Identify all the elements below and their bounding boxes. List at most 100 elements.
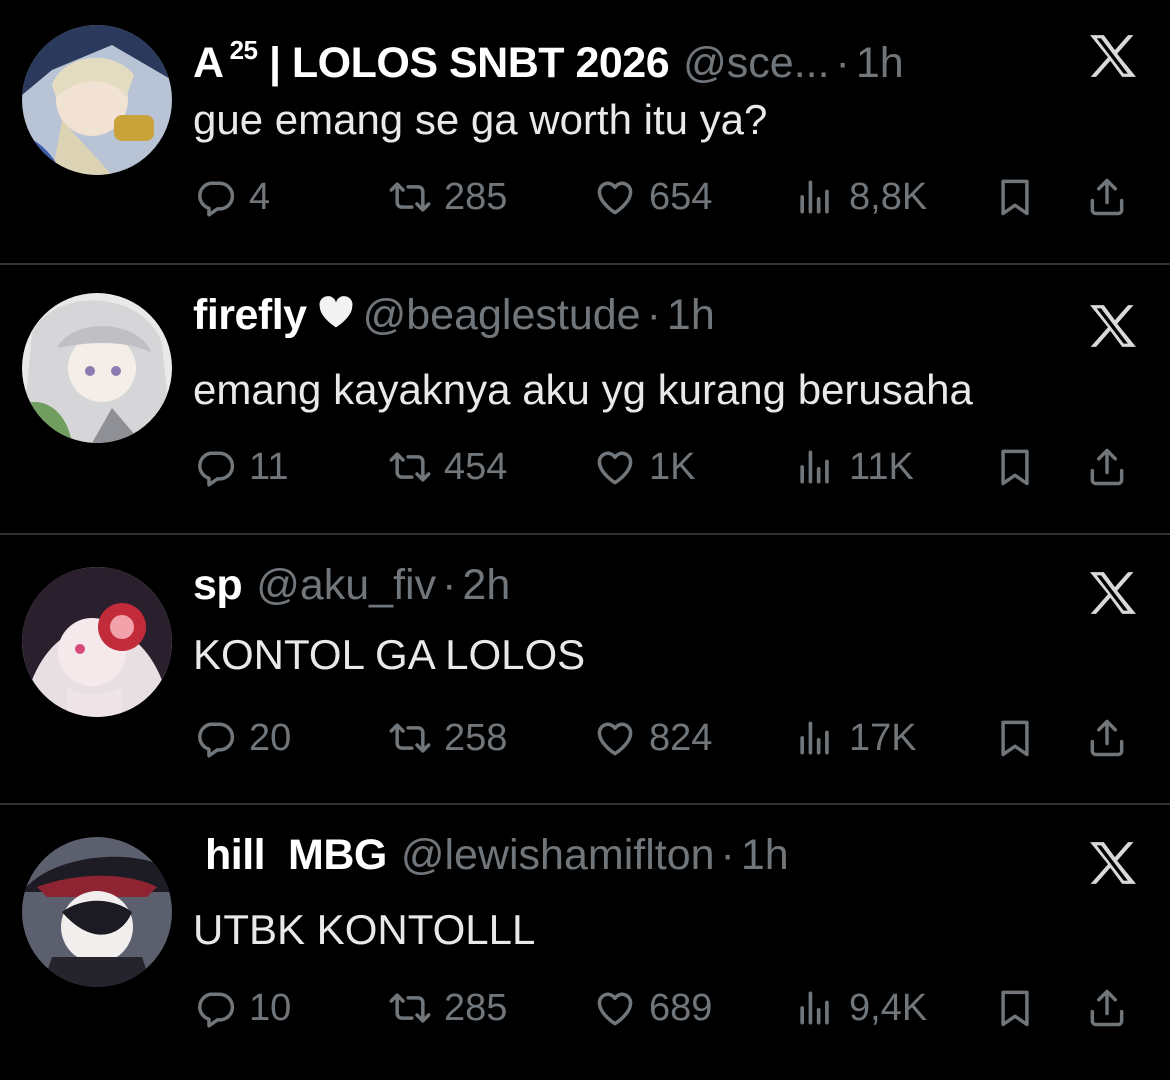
bookmark-icon <box>993 716 1037 760</box>
view-count: 11K <box>849 445 914 488</box>
like-button[interactable]: 654 <box>593 172 712 222</box>
tweet-actions: 20 258 824 17K <box>193 713 1153 763</box>
tweet-header: firefly @beaglestude · 1h <box>193 287 715 343</box>
tweet-feed: A 25 | LOLOS SNBT 2026 @sce... · 1h gue e… <box>0 0 1170 1080</box>
retweet-count: 454 <box>444 445 508 488</box>
view-count: 17K <box>849 716 917 759</box>
retweet-button[interactable]: 285 <box>388 983 507 1033</box>
bookmark-button[interactable] <box>993 172 1037 222</box>
display-name[interactable]: hill MBG <box>205 827 387 883</box>
views-button[interactable]: 9,4K <box>793 983 927 1033</box>
view-count: 9,4K <box>849 986 928 1029</box>
reply-button[interactable]: 11 <box>193 442 288 492</box>
like-icon <box>593 986 637 1030</box>
bookmark-button[interactable] <box>993 713 1037 763</box>
tweet[interactable]: sp @aku_fiv · 2h KONTOL GA LOLOS 20 258 … <box>0 535 1170 805</box>
reply-icon <box>193 445 237 489</box>
white-heart-icon <box>319 296 353 328</box>
share-icon <box>1085 716 1129 760</box>
tweet-text: KONTOL GA LOLOS <box>193 631 586 678</box>
like-button[interactable]: 689 <box>593 983 712 1033</box>
retweet-count: 285 <box>444 175 508 218</box>
name-superscript: 25 <box>229 35 258 65</box>
retweet-count: 258 <box>444 716 508 759</box>
user-handle[interactable]: @sce... <box>683 35 829 91</box>
x-logo-icon <box>1087 303 1139 349</box>
separator-dot: · <box>442 561 457 609</box>
retweet-count: 285 <box>444 986 508 1029</box>
user-handle[interactable]: @beaglestude <box>363 287 641 343</box>
tweet-text: UTBK KONTOLLL <box>193 906 536 953</box>
reply-button[interactable]: 20 <box>193 713 291 763</box>
share-icon <box>1085 986 1129 1030</box>
views-button[interactable]: 8,8K <box>793 172 927 222</box>
tweet-header: hill MBG @lewishamiflton · 1h <box>205 827 789 883</box>
display-name[interactable]: firefly <box>193 287 307 343</box>
user-handle[interactable]: @lewishamiflton <box>401 827 715 883</box>
tweet-text: emang kayaknya aku yg kurang berusaha <box>193 366 973 413</box>
views-button[interactable]: 17K <box>793 713 917 763</box>
retweet-button[interactable]: 258 <box>388 713 507 763</box>
reply-icon <box>193 986 237 1030</box>
bookmark-icon <box>993 175 1037 219</box>
tweet-actions: 10 285 689 9,4K <box>193 983 1153 1033</box>
display-name[interactable]: A 25 | LOLOS SNBT 2026 <box>193 22 670 91</box>
avatar[interactable] <box>22 293 172 443</box>
tweet-header: sp @aku_fiv · 2h <box>193 557 510 613</box>
like-button[interactable]: 1K <box>593 442 695 492</box>
reply-button[interactable]: 4 <box>193 172 270 222</box>
share-button[interactable] <box>1085 172 1129 222</box>
like-count: 654 <box>649 175 713 218</box>
timestamp[interactable]: 1h <box>667 287 715 343</box>
timestamp[interactable]: 2h <box>462 557 510 613</box>
avatar[interactable] <box>22 837 172 987</box>
tweet[interactable]: hill MBG @lewishamiflton · 1h UTBK KONTO… <box>0 805 1170 1080</box>
views-button[interactable]: 11K <box>793 442 914 492</box>
tweet-text: gue emang se ga worth itu ya? <box>193 96 768 143</box>
views-icon <box>793 986 837 1030</box>
share-button[interactable] <box>1085 713 1129 763</box>
timestamp[interactable]: 1h <box>856 35 904 91</box>
like-button[interactable]: 824 <box>593 713 712 763</box>
tweet[interactable]: A 25 | LOLOS SNBT 2026 @sce... · 1h gue e… <box>0 0 1170 265</box>
timestamp[interactable]: 1h <box>741 827 789 883</box>
tweet[interactable]: firefly @beaglestude · 1h emang kayaknya… <box>0 265 1170 535</box>
reply-button[interactable]: 10 <box>193 983 291 1033</box>
views-icon <box>793 445 837 489</box>
share-button[interactable] <box>1085 983 1129 1033</box>
share-button[interactable] <box>1085 442 1129 492</box>
share-icon <box>1085 175 1129 219</box>
bookmark-icon <box>993 445 1037 489</box>
bookmark-button[interactable] <box>993 983 1037 1033</box>
views-icon <box>793 716 837 760</box>
separator-dot: · <box>720 831 735 879</box>
like-icon <box>593 445 637 489</box>
retweet-icon <box>388 716 432 760</box>
bookmark-button[interactable] <box>993 442 1037 492</box>
bookmark-icon <box>993 986 1037 1030</box>
reply-count: 10 <box>249 986 292 1029</box>
separator-dot: · <box>835 39 850 87</box>
x-logo-icon <box>1087 840 1139 886</box>
avatar[interactable] <box>22 25 172 175</box>
like-count: 824 <box>649 716 713 759</box>
retweet-icon <box>388 175 432 219</box>
reply-count: 4 <box>249 175 271 218</box>
avatar[interactable] <box>22 567 172 717</box>
like-count: 689 <box>649 986 713 1029</box>
separator-dot: · <box>646 291 661 339</box>
views-icon <box>793 175 837 219</box>
like-icon <box>593 175 637 219</box>
display-name[interactable]: sp <box>193 557 243 613</box>
retweet-button[interactable]: 285 <box>388 172 507 222</box>
retweet-button[interactable]: 454 <box>388 442 507 492</box>
like-icon <box>593 716 637 760</box>
view-count: 8,8K <box>849 175 928 218</box>
x-logo-icon <box>1087 33 1139 79</box>
user-handle[interactable]: @aku_fiv <box>256 557 436 613</box>
reply-icon <box>193 716 237 760</box>
reply-count: 20 <box>249 716 292 759</box>
x-logo-icon <box>1087 570 1139 616</box>
reply-icon <box>193 175 237 219</box>
retweet-icon <box>388 986 432 1030</box>
